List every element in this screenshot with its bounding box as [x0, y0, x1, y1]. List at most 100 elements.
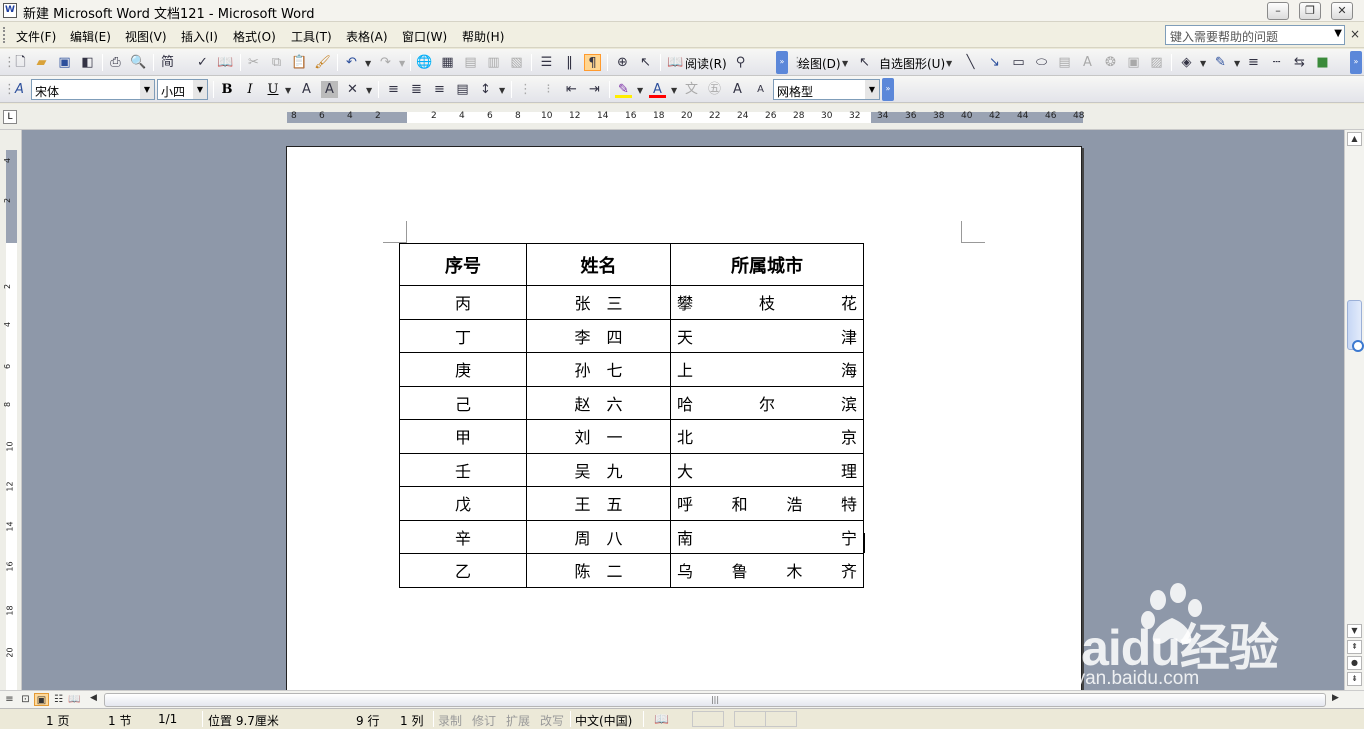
bullets-icon[interactable]: ⁝ — [540, 81, 557, 98]
zoom-icon[interactable]: ⊕ — [614, 54, 631, 71]
cell-city[interactable]: 哈尔滨 — [670, 385, 864, 420]
paste-icon[interactable]: 📋 — [291, 54, 308, 71]
horizontal-scrollbar[interactable]: ≡ ⊡ ▣ ☷ 📖 ◀ ||| ▶ — [0, 690, 1364, 708]
line-spacing-dropdown-icon[interactable]: ▼ — [499, 86, 505, 95]
arrow-style-icon[interactable]: ⇆ — [1291, 54, 1308, 71]
autoshapes-menu-button[interactable]: 自选图形(U) — [879, 55, 945, 72]
print-layout-view-icon[interactable]: ▣ — [34, 693, 49, 706]
status-record-macro[interactable]: 录制 — [438, 712, 462, 729]
cell-index[interactable]: 乙 — [399, 553, 527, 588]
status-extend[interactable]: 扩展 — [506, 712, 530, 729]
autoshapes-dropdown-icon[interactable]: ▼ — [946, 59, 952, 68]
oval-tool-icon[interactable]: ⬭ — [1033, 54, 1050, 71]
shrink-font-icon[interactable]: A — [752, 81, 769, 98]
read-mode-icon[interactable]: 📖 — [667, 54, 684, 71]
close-button[interactable]: ✕ — [1331, 2, 1353, 20]
table-header-index[interactable]: 序号 — [399, 243, 527, 286]
select-browse-object-icon[interactable]: ● — [1347, 656, 1362, 670]
align-center-icon[interactable]: ≣ — [408, 81, 425, 98]
table-row[interactable]: 庚孙 七上海 — [399, 352, 864, 387]
line-style-icon[interactable]: ≡ — [1245, 54, 1262, 71]
cell-city[interactable]: 攀枝花 — [670, 285, 864, 320]
line-spacing-icon[interactable]: ↕ — [477, 81, 494, 98]
new-document-icon[interactable]: 🗋 — [12, 54, 29, 71]
increase-indent-icon[interactable]: ⇥ — [586, 81, 603, 98]
document-page[interactable]: 序号 姓名 所属城市 丙张 三攀枝花丁李 四天津庚孙 七上海己赵 六哈尔滨甲刘 … — [286, 146, 1082, 690]
menu-edit[interactable]: 编辑(E) — [70, 28, 111, 45]
status-overtype[interactable]: 改写 — [540, 712, 564, 729]
numbering-icon[interactable]: ⋮ — [517, 81, 534, 98]
cut-icon[interactable]: ✂ — [245, 54, 262, 71]
outline-view-icon[interactable]: ☷ — [51, 693, 66, 706]
menubar-grip[interactable] — [3, 27, 6, 43]
textbox-tool-icon[interactable]: ▤ — [1056, 54, 1073, 71]
table-row[interactable]: 己赵 六哈 尔 滨 — [399, 385, 864, 420]
spelling-status-icon[interactable]: 📖 — [654, 712, 669, 726]
format-painter-icon[interactable]: 🖌 — [314, 54, 331, 71]
show-formatting-icon[interactable]: ¶ — [584, 54, 601, 71]
undo-dropdown-icon[interactable]: ▼ — [365, 59, 371, 68]
copy-icon[interactable]: ⧉ — [268, 54, 285, 71]
decrease-indent-icon[interactable]: ⇤ — [563, 81, 580, 98]
cell-name[interactable]: 王 五 — [526, 486, 671, 521]
cell-name[interactable]: 孙 七 — [526, 352, 671, 387]
highlight-icon[interactable]: ✎ — [615, 81, 632, 98]
cell-index[interactable]: 戊 — [399, 486, 527, 521]
insert-table-icon[interactable]: ▤ — [462, 54, 479, 71]
word-app-icon[interactable]: W — [3, 3, 17, 18]
permission-icon[interactable]: ◧ — [79, 54, 96, 71]
table-row[interactable]: 甲刘 一北京 — [399, 419, 864, 454]
cell-city[interactable]: 呼和浩特 — [670, 486, 864, 521]
char-shading-icon[interactable]: A — [321, 81, 338, 98]
drawing-toolbar-options-icon[interactable]: » — [1350, 51, 1362, 74]
diagram-tool-icon[interactable]: ❂ — [1102, 54, 1119, 71]
vertical-scrollbar[interactable]: ▲ ▼ ⇞ ● ⇟ — [1344, 130, 1364, 690]
scroll-up-icon[interactable]: ▲ — [1347, 132, 1362, 146]
table-header-name[interactable]: 姓名 — [526, 243, 671, 286]
help-dropdown-icon[interactable]: ▼ — [1334, 28, 1342, 39]
font-color-icon[interactable]: A — [649, 81, 666, 98]
cell-name[interactable]: 刘 一 — [526, 419, 671, 454]
highlight-dropdown-icon[interactable]: ▼ — [637, 86, 643, 95]
spelling-icon[interactable]: ✓ — [194, 54, 211, 71]
cell-city[interactable]: 大理 — [670, 452, 864, 487]
formatting-toolbar-options-icon[interactable]: » — [882, 78, 894, 101]
status-track-changes[interactable]: 修订 — [472, 712, 496, 729]
cell-city[interactable]: 南宁 — [670, 519, 864, 554]
table-header-city[interactable]: 所属城市 — [670, 243, 864, 286]
menu-tools[interactable]: 工具(T) — [291, 28, 332, 45]
scroll-right-icon[interactable]: ▶ — [1332, 693, 1339, 703]
vertical-ruler[interactable]: 4 2 2 4 6 8 10 12 14 16 18 20 — [0, 130, 22, 690]
cell-index[interactable]: 辛 — [399, 519, 527, 554]
document-map-icon[interactable]: ☰ — [538, 54, 555, 71]
web-view-icon[interactable]: ⊡ — [18, 693, 33, 706]
cell-name[interactable]: 陈 二 — [526, 553, 671, 588]
italic-button[interactable]: I — [241, 81, 259, 98]
read-mode-button[interactable]: 阅读(R) — [685, 55, 727, 72]
distributed-align-icon[interactable]: ▤ — [454, 81, 471, 98]
menu-view[interactable]: 视图(V) — [125, 28, 167, 45]
document-table[interactable]: 序号 姓名 所属城市 丙张 三攀枝花丁李 四天津庚孙 七上海己赵 六哈尔滨甲刘 … — [399, 243, 864, 588]
menu-window[interactable]: 窗口(W) — [402, 28, 447, 45]
enclose-characters-icon[interactable]: ㊄ — [706, 81, 723, 98]
cell-index[interactable]: 庚 — [399, 352, 527, 387]
clipart-tool-icon[interactable]: ▣ — [1125, 54, 1142, 71]
cell-index[interactable]: 丁 — [399, 318, 527, 353]
minimize-button[interactable]: – — [1267, 2, 1289, 20]
menu-format[interactable]: 格式(O) — [233, 28, 276, 45]
toolbar-grip[interactable]: ⋮ — [3, 54, 16, 71]
print-icon[interactable]: ⎙ — [107, 54, 124, 71]
font-size-combo[interactable]: 小四 ▼ — [157, 79, 208, 100]
fill-color-icon[interactable]: ◈ — [1178, 54, 1195, 71]
document-close-icon[interactable]: × — [1350, 27, 1360, 41]
menu-help[interactable]: 帮助(H) — [462, 28, 504, 45]
print-preview-icon[interactable]: 🔍 — [130, 54, 147, 71]
wordart-tool-icon[interactable]: A — [1079, 54, 1096, 71]
menu-file[interactable]: 文件(F) — [16, 28, 56, 45]
table-row[interactable]: 辛周 八南宁 — [399, 519, 864, 554]
toolbar-options-icon[interactable]: » — [776, 51, 788, 74]
next-page-icon[interactable]: ⇟ — [1347, 672, 1362, 686]
simplified-chinese-icon[interactable]: 简 — [159, 54, 176, 71]
draw-dropdown-icon[interactable]: ▼ — [842, 59, 848, 68]
open-folder-icon[interactable]: ▰ — [33, 54, 50, 71]
